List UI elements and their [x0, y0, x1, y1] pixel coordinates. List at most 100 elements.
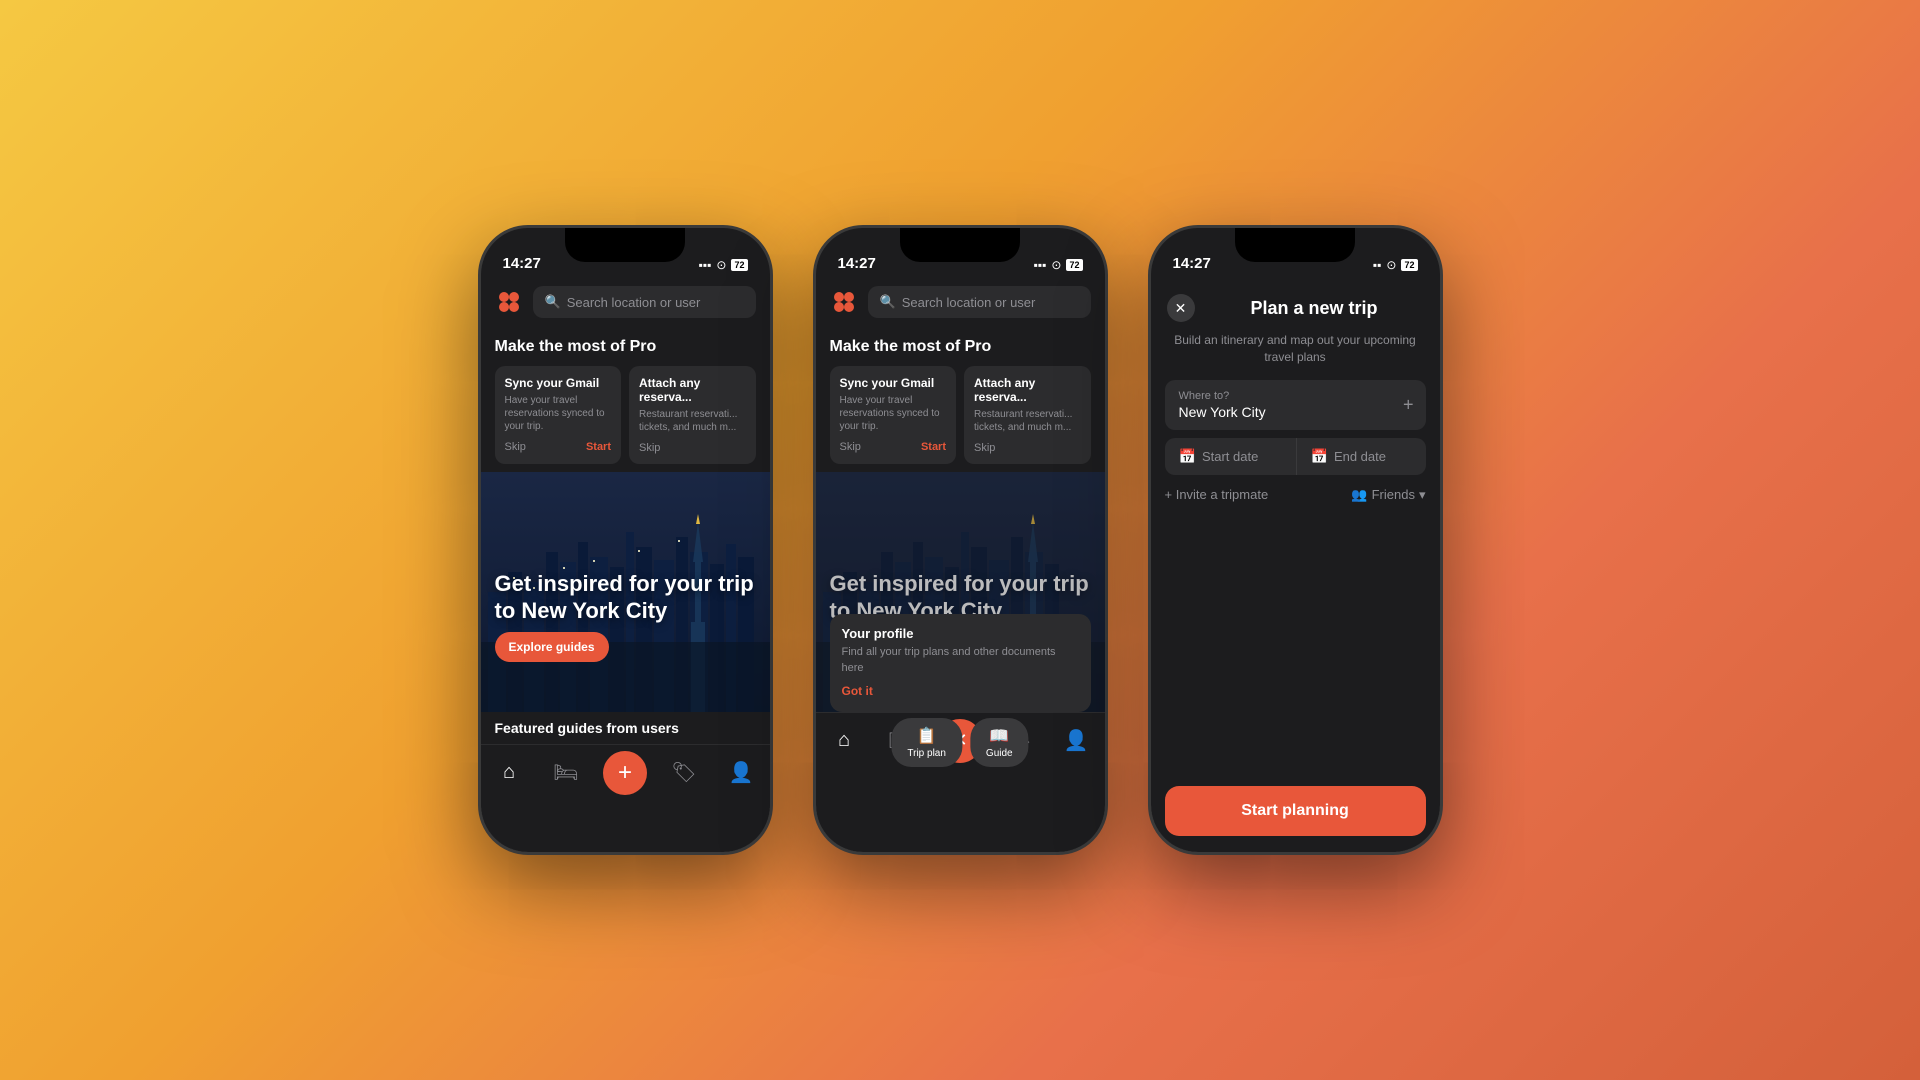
calendar-end-icon: 📅 [1311, 448, 1328, 465]
bottom-nav-1: ⌂ 🛏 + 🏷 👤 [481, 744, 770, 808]
start-date-field[interactable]: 📅 Start date [1165, 438, 1294, 475]
end-date-field[interactable]: 📅 End date [1296, 438, 1426, 475]
pro-card-res-2-actions: Skip [974, 442, 1081, 454]
pro-cards-2: Sync your Gmail Have your travel reserva… [830, 366, 1091, 464]
friends-icon: 👥 [1351, 487, 1367, 503]
plan-spacer [1151, 523, 1440, 786]
pro-card-gmail-2-title: Sync your Gmail [840, 376, 947, 390]
wifi-icon-2: ⊙ [1051, 258, 1061, 272]
res-2-skip[interactable]: Skip [974, 442, 995, 454]
res-skip-btn[interactable]: Skip [639, 442, 660, 454]
calendar-start-icon: 📅 [1179, 448, 1196, 465]
battery-2: 72 [1066, 259, 1082, 271]
start-date-placeholder: Start date [1202, 449, 1258, 464]
tags-icon-1: 🏷 [671, 760, 696, 785]
plan-header-3: ✕ Plan a new trip [1151, 278, 1440, 332]
search-placeholder-2: Search location or user [902, 295, 1036, 310]
pro-card-gmail-2-desc: Have your travel reservations synced to … [840, 394, 947, 433]
pro-card-gmail: Sync your Gmail Have your travel reserva… [495, 366, 622, 464]
guide-label-2: Guide [986, 748, 1013, 759]
chevron-down-icon: ▾ [1419, 487, 1426, 503]
pro-title-1: Make the most of Pro [495, 338, 756, 356]
pro-card-res-2-title: Attach any reserva... [974, 376, 1081, 404]
phone-3: 14:27 ▪▪ ⊙ 72 ✕ Plan a new trip Build an… [1148, 225, 1443, 855]
dynamic-island-2 [900, 228, 1020, 262]
profile-icon-2: 👤 [1064, 728, 1089, 753]
got-it-btn-2[interactable]: Got it [842, 684, 873, 698]
status-icons-2: ▪▪▪ ⊙ 72 [1034, 258, 1083, 272]
status-icons-1: ▪▪▪ ⊙ 72 [699, 258, 748, 272]
nav-trips-1[interactable]: 🛏 [546, 753, 586, 793]
phone-2: 14:27 ▪▪▪ ⊙ 72 🔍 Search location or user [813, 225, 1108, 855]
home-icon-1: ⌂ [503, 761, 515, 784]
start-planning-btn[interactable]: Start planning [1165, 786, 1426, 836]
profile-icon-1: 👤 [729, 760, 754, 785]
friends-selector[interactable]: 👥 Friends ▾ [1351, 487, 1425, 503]
guide-icon-2: 📖 [989, 726, 1009, 746]
search-bar-1[interactable]: 🔍 Search location or user [533, 286, 756, 318]
status-time-1: 14:27 [503, 255, 541, 272]
close-plan-btn[interactable]: ✕ [1167, 294, 1195, 322]
signal-icon-1: ▪▪▪ [699, 258, 712, 272]
tooltip-desc-2: Find all your trip plans and other docum… [842, 645, 1079, 676]
pro-card-gmail-actions: Skip Start [505, 441, 612, 453]
explore-btn-1[interactable]: Explore guides [495, 632, 609, 662]
guide-btn-2[interactable]: 📖 Guide [970, 718, 1029, 767]
app-logo-1 [495, 288, 523, 316]
pro-card-res-2-desc: Restaurant reservati... tickets, and muc… [974, 408, 1081, 434]
dynamic-island-3 [1235, 228, 1355, 262]
battery-3: 72 [1401, 259, 1417, 271]
action-btns-2: 📋 Trip plan 📖 Guide [891, 718, 1028, 767]
pro-card-gmail-title: Sync your Gmail [505, 376, 612, 390]
status-icons-3: ▪▪ ⊙ 72 [1373, 258, 1418, 272]
invite-tripmate-btn[interactable]: + Invite a tripmate [1165, 487, 1269, 502]
friends-label: Friends [1372, 487, 1415, 502]
nav-tags-1[interactable]: 🏷 [664, 753, 704, 793]
hero-text-1: Get inspired for your trip to New York C… [495, 571, 770, 662]
gmail-start-btn[interactable]: Start [586, 441, 611, 453]
gmail-skip-btn[interactable]: Skip [505, 441, 526, 453]
home-icon-2: ⌂ [838, 729, 850, 752]
pro-cards-1: Sync your Gmail Have your travel reserva… [495, 366, 756, 464]
featured-title-1: Featured guides from users [495, 720, 756, 736]
gmail-2-start[interactable]: Start [921, 441, 946, 453]
dates-field: 📅 Start date 📅 End date [1165, 438, 1426, 475]
trip-plan-icon-2: 📋 [917, 726, 937, 746]
search-icon-1: 🔍 [545, 294, 561, 310]
dynamic-island-1 [565, 228, 685, 262]
signal-icon-2: ▪▪▪ [1034, 258, 1047, 272]
where-to-value: New York City [1179, 404, 1412, 420]
trip-plan-btn-2[interactable]: 📋 Trip plan [891, 718, 962, 767]
where-to-label: Where to? [1179, 390, 1412, 402]
gmail-2-skip[interactable]: Skip [840, 441, 861, 453]
featured-section-1: Featured guides from users [481, 712, 770, 744]
invite-label: + Invite a tripmate [1165, 487, 1269, 502]
app-header-1: 🔍 Search location or user [481, 278, 770, 326]
search-placeholder-1: Search location or user [567, 295, 701, 310]
pro-card-gmail-desc: Have your travel reservations synced to … [505, 394, 612, 433]
nav-home-1[interactable]: ⌂ [489, 753, 529, 793]
nav-add-1[interactable]: + [603, 751, 647, 795]
pro-card-gmail-2-actions: Skip Start [840, 441, 947, 453]
hero-title-1: Get inspired for your trip to New York C… [495, 571, 770, 624]
bed-icon-1: 🛏 [553, 760, 578, 785]
wifi-icon-3: ⊙ [1386, 258, 1396, 272]
pro-card-gmail-2: Sync your Gmail Have your travel reserva… [830, 366, 957, 464]
status-time-2: 14:27 [838, 255, 876, 272]
pro-card-res-title: Attach any reserva... [639, 376, 746, 404]
close-icon-3: ✕ [1175, 300, 1187, 317]
nav-profile-1[interactable]: 👤 [721, 753, 761, 793]
where-to-field[interactable]: Where to? New York City + [1165, 380, 1426, 430]
search-bar-2[interactable]: 🔍 Search location or user [868, 286, 1091, 318]
pro-card-reservations: Attach any reserva... Restaurant reserva… [629, 366, 756, 464]
pro-card-res-actions: Skip [639, 442, 746, 454]
end-date-placeholder: End date [1334, 449, 1386, 464]
search-icon-2: 🔍 [880, 294, 896, 310]
app-header-2: 🔍 Search location or user [816, 278, 1105, 326]
nav-home-2[interactable]: ⌂ [824, 721, 864, 761]
pro-section-1: Make the most of Pro Sync your Gmail Hav… [481, 326, 770, 472]
tooltip-overlay-2: Your profile Find all your trip plans an… [830, 614, 1091, 712]
invite-row-3: + Invite a tripmate 👥 Friends ▾ [1165, 487, 1426, 503]
nav-profile-2[interactable]: 👤 [1056, 721, 1096, 761]
plus-icon-1: + [618, 759, 632, 787]
